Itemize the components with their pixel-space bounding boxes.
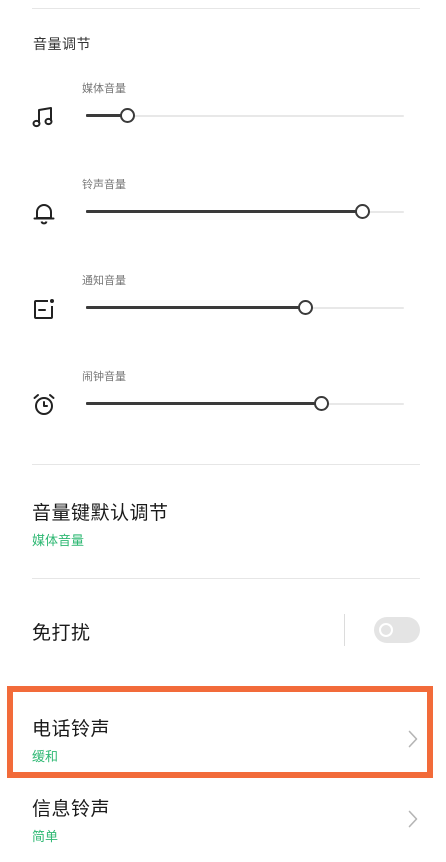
media-volume-slider[interactable] [86, 108, 404, 124]
slider-thumb[interactable] [297, 300, 313, 315]
alarm-volume-label: 闹钟音量 [82, 370, 126, 383]
ringtone-volume-label: 铃声音量 [82, 178, 126, 191]
message-ringtone-value: 简单 [32, 830, 59, 845]
ringtone-volume-row: 铃声音量 [0, 176, 446, 246]
slider-fill [86, 210, 363, 213]
do-not-disturb-title: 免打扰 [32, 622, 91, 644]
section-divider [32, 464, 420, 465]
alarm-volume-row: 闹钟音量 [0, 368, 446, 438]
volume-key-default-value: 媒体音量 [32, 534, 85, 549]
notification-volume-row: 通知音量 [0, 272, 446, 342]
top-divider [32, 8, 420, 9]
bell-icon [31, 200, 57, 226]
slider-thumb[interactable] [355, 204, 371, 219]
do-not-disturb-toggle[interactable] [374, 617, 420, 643]
notification-volume-label: 通知音量 [82, 274, 126, 287]
slider-thumb[interactable] [313, 396, 329, 411]
slider-fill [86, 402, 322, 405]
ringtone-volume-slider[interactable] [86, 204, 404, 220]
toggle-knob [379, 623, 393, 637]
message-ringtone-title: 信息铃声 [32, 798, 111, 820]
section-divider [32, 578, 420, 579]
vertical-separator [344, 614, 345, 646]
slider-thumb[interactable] [119, 108, 135, 123]
phone-ringtone-title: 电话铃声 [32, 718, 111, 740]
section-divider [32, 686, 420, 687]
alarm-clock-icon [31, 392, 57, 418]
notification-icon [31, 296, 57, 322]
music-note-icon [31, 104, 57, 130]
slider-fill [86, 306, 306, 309]
volume-key-default-title: 音量键默认调节 [32, 502, 169, 524]
chevron-right-icon [408, 810, 418, 828]
phone-ringtone-value: 缓和 [32, 750, 59, 765]
chevron-right-icon [408, 730, 418, 748]
alarm-volume-slider[interactable] [86, 396, 404, 412]
media-volume-label: 媒体音量 [82, 82, 126, 95]
notification-volume-slider[interactable] [86, 300, 404, 316]
media-volume-row: 媒体音量 [0, 80, 446, 150]
volume-section-title: 音量调节 [33, 37, 91, 53]
